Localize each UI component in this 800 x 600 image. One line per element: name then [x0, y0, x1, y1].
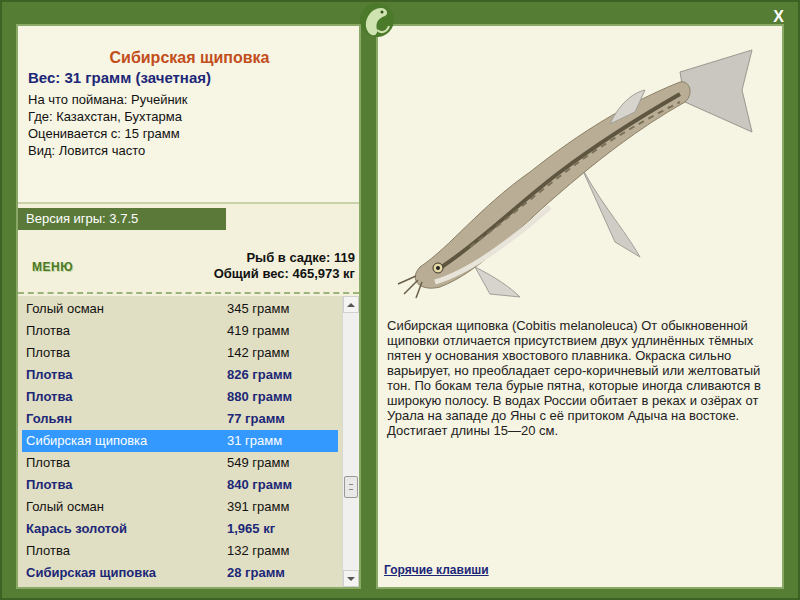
catch-row-content: Сибирская щиповка31 грамм [22, 430, 338, 452]
fish-weight-cell: 1,965 кг [227, 518, 338, 540]
catch-list: Голый осман345 граммПлотва419 граммПлотв… [18, 294, 359, 587]
version-label: Версия игры: 3.7.5 [18, 208, 226, 230]
fish-weight-cell: 142 грамм [227, 342, 338, 364]
catch-row[interactable]: Сибирская щиповка31 грамм [22, 430, 338, 452]
catch-row[interactable]: Гольян77 грамм [22, 408, 338, 430]
loach-icon [380, 32, 780, 302]
catch-row-content: Гольян77 грамм [22, 408, 338, 430]
fish-weight-cell: 31 грамм [227, 430, 338, 452]
arrow-down-icon [347, 577, 355, 581]
catch-row-content: Плотва826 грамм [22, 364, 338, 386]
hotkeys-link[interactable]: Горячие клавиши [378, 561, 782, 587]
cage-stats: Рыб в садке: 119Общий вес: 465,973 кг [214, 250, 355, 282]
fish-weight-cell: 826 грамм [227, 364, 338, 386]
catch-row-content: Карась золотой1,965 кг [22, 518, 338, 540]
fish-name: Голый осман [26, 298, 227, 320]
fish-name: Плотва [26, 320, 227, 342]
fish-name: Карась золотой [26, 518, 227, 540]
catch-rows: Голый осман345 граммПлотва419 граммПлотв… [18, 296, 342, 587]
fish-weight-cell: 840 грамм [227, 474, 338, 496]
fish-weight-cell: 391 грамм [227, 496, 338, 518]
catch-row-content: Плотва880 грамм [22, 386, 338, 408]
catch-row[interactable]: Плотва419 грамм [22, 320, 338, 342]
catch-row[interactable]: Плотва840 грамм [22, 474, 338, 496]
fish-description: Сибирская щиповка (Cobitis melanoleuca) … [378, 308, 782, 438]
scroll-down-icon[interactable] [343, 570, 359, 587]
fish-picture [378, 26, 782, 308]
catch-row-content: Плотва132 грамм [22, 540, 338, 562]
catch-row[interactable]: Плотва880 грамм [22, 386, 338, 408]
catch-row-content: Плотва549 грамм [22, 452, 338, 474]
fish-weight-cell: 880 грамм [227, 386, 338, 408]
catch-row-content: Голый осман391 грамм [22, 496, 338, 518]
right-panel: Сибирская щиповка (Cobitis melanoleuca) … [376, 24, 784, 589]
fish-weight-cell: 28 грамм [227, 562, 338, 584]
catch-row[interactable]: Сибирская щиповка28 грамм [22, 562, 338, 584]
fish-name: Плотва [26, 540, 227, 562]
fish-weight-cell: 132 грамм [227, 540, 338, 562]
fish-weight-cell: 419 грамм [227, 320, 338, 342]
fish-weight: Вес: 31 грамм (зачетная) [28, 68, 351, 87]
catch-row-content: Сибирская щиповка28 грамм [22, 562, 338, 584]
fish-name: Сибирская щиповка [26, 562, 227, 584]
stat-line: Рыб в садке: 119 [214, 250, 355, 266]
catch-row-content: Плотва419 грамм [22, 320, 338, 342]
catch-row[interactable]: Голый осман391 грамм [22, 496, 338, 518]
scroll-up-icon[interactable] [343, 296, 359, 313]
fish-name: Сибирская щиповка [26, 430, 227, 452]
close-button[interactable]: X [769, 6, 788, 28]
fish-weight-cell: 549 грамм [227, 452, 338, 474]
menu-button[interactable]: МЕНЮ [32, 258, 73, 276]
fish-weight-cell: 77 грамм [227, 408, 338, 430]
catch-row-content: Голый осман345 грамм [22, 298, 338, 320]
fish-name: Гольян [26, 408, 227, 430]
catch-row-content: Плотва142 грамм [22, 342, 338, 364]
fish-detail: На что поймана: Ручейник [28, 91, 351, 108]
left-panel: Сибирская щиповкаВес: 31 грамм (зачетная… [16, 24, 361, 589]
fish-name: Голый осман [26, 496, 227, 518]
fish-card-window: Сибирская щиповкаВес: 31 грамм (зачетная… [0, 0, 800, 600]
scrollbar[interactable] [342, 296, 359, 587]
fish-title: Сибирская щиповка [28, 48, 351, 68]
fish-name: Плотва [26, 342, 227, 364]
scroll-track[interactable] [343, 313, 359, 570]
fish-detail: Вид: Ловится часто [28, 142, 351, 159]
catch-row[interactable]: Карась золотой1,965 кг [22, 518, 338, 540]
lizard-logo-icon [355, 2, 399, 44]
fish-name: Плотва [26, 452, 227, 474]
fish-weight-cell: 345 грамм [227, 298, 338, 320]
stat-line: Общий вес: 465,973 кг [214, 266, 355, 282]
fish-name: Плотва [26, 474, 227, 496]
arrow-up-icon [347, 303, 355, 307]
fish-detail: Где: Казахстан, Бухтарма [28, 108, 351, 125]
fish-name: Плотва [26, 386, 227, 408]
catch-row[interactable]: Плотва826 грамм [22, 364, 338, 386]
fish-info: Сибирская щиповкаВес: 31 грамм (зачетная… [18, 26, 359, 204]
menu-strip: МЕНЮ Рыб в садке: 119Общий вес: 465,973 к… [18, 250, 359, 282]
fish-name: Плотва [26, 364, 227, 386]
scroll-thumb[interactable] [344, 476, 358, 498]
catch-row[interactable]: Плотва132 грамм [22, 540, 338, 562]
catch-row-content: Плотва840 грамм [22, 474, 338, 496]
catch-row[interactable]: Голый осман345 грамм [22, 298, 338, 320]
fish-detail: Оценивается с: 15 грамм [28, 125, 351, 142]
catch-row[interactable]: Плотва142 грамм [22, 342, 338, 364]
catch-row[interactable]: Плотва549 грамм [22, 452, 338, 474]
